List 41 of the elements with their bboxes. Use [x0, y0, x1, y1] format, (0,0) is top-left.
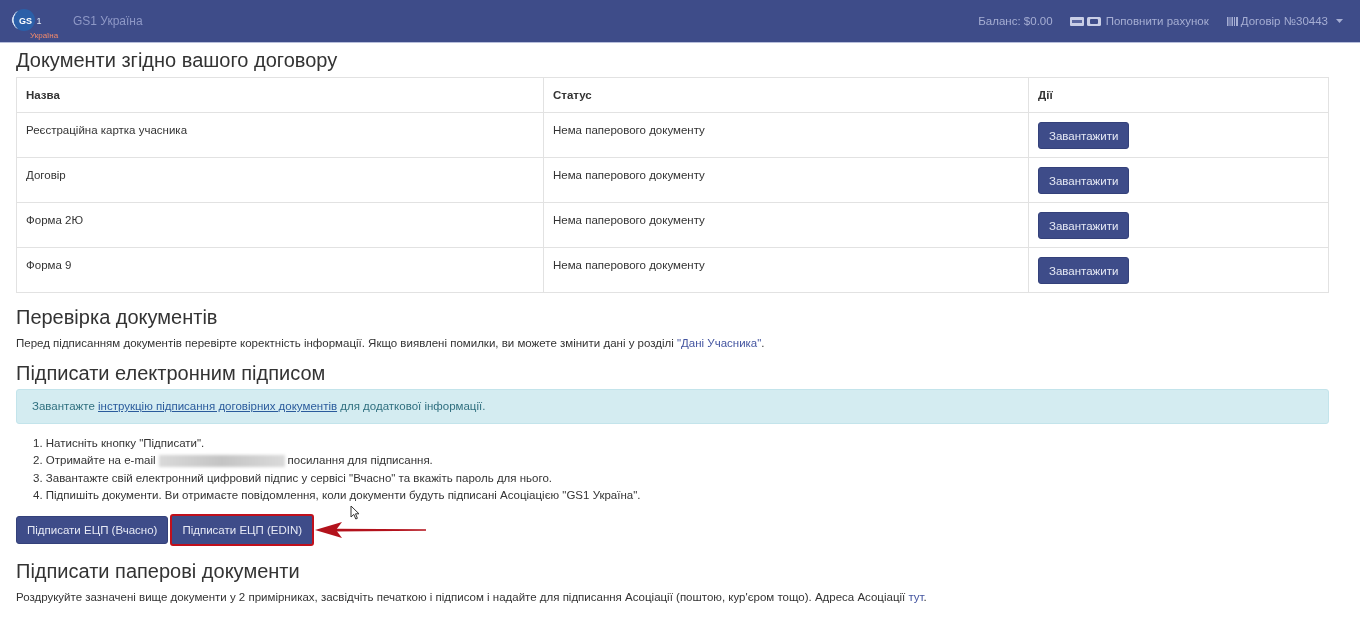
step-text: 2. Отримайте на e-mail: [33, 454, 156, 467]
table-cell: Нема паперового документу: [543, 157, 1029, 203]
table-cell: Реєстраційна картка учасника: [16, 112, 544, 158]
info-text: Завантажте інструкцію підписання договірних документів для додаткової інформації.: [32, 399, 487, 414]
sign-button[interactable]: Підписати ЕЦП (Вчасно): [16, 516, 169, 545]
top-up-link[interactable]: Поповнити рахунок: [1069, 15, 1209, 27]
participant-data-link[interactable]: "Дані Учасника": [677, 337, 762, 349]
column-header: Статус: [543, 77, 1029, 113]
download-button[interactable]: Завантажити: [1038, 257, 1130, 284]
logo[interactable]: GS 1 Україна: [4, 6, 64, 40]
download-button[interactable]: Завантажити: [1038, 167, 1130, 194]
cursor-icon: [350, 505, 360, 521]
column-header: Назва: [16, 77, 544, 113]
contract-dropdown[interactable]: Договір №30443: [1226, 15, 1343, 27]
caret-icon: [1336, 19, 1343, 23]
card-icon: [1069, 16, 1084, 26]
download-button[interactable]: Завантажити: [1038, 122, 1130, 149]
paragraph-text: Роздрукуйте зазначені вище документи у 2 примірниках, засвідчіть печаткою і підписом і надайте для підписання Асоціації (поштою, кур'єром тощо). Адреса Асоціації тут.: [16, 590, 928, 606]
section-title: Документи згідно вашого договору: [16, 48, 339, 72]
sign-button[interactable]: Підписати ЕЦП (EDIN): [170, 514, 315, 547]
step-text: 3. Завантажте свій електронний цифровий підпис у сервісі "Вчасно" та вкажіть пароль для нього.: [33, 470, 553, 486]
table-cell: Договір: [16, 157, 544, 203]
card-icon: [1086, 16, 1101, 26]
instruction-link[interactable]: інструкцію підписання договірних документів: [98, 400, 338, 412]
table-cell: Нема паперового документу: [543, 202, 1029, 248]
step-text: 1. Натисніть кнопку "Підписати".: [33, 436, 206, 451]
step-text: 4. Підпишіть документи. Ви отримаєте повідомлення, коли документи будуть підписані Асоціацією "GS1 Україна".: [33, 487, 642, 503]
table-cell: Форма 9: [16, 247, 544, 293]
balance-text: Баланс: $0.00: [978, 15, 1053, 27]
address-link[interactable]: тут: [908, 591, 924, 604]
table-cell: Форма 2Ю: [16, 202, 544, 248]
table-cell: Нема паперового документу: [543, 112, 1029, 158]
table-cell: Нема паперового документу: [543, 247, 1029, 293]
step-text: посилання для підписання.: [287, 454, 433, 467]
download-button[interactable]: Завантажити: [1038, 212, 1130, 239]
paragraph-text: Перед підписанням документів перевірте коректність інформації. Якщо виявлені помилки, ви можете змінити дані у розділі "Дані Учасника".: [16, 336, 766, 351]
bars-icon: [1226, 16, 1238, 26]
column-header: Дії: [1028, 77, 1329, 113]
section-title: Підписати паперові документи: [16, 559, 301, 584]
section-title: Підписати електронним підписом: [16, 361, 327, 385]
section-title: Перевірка документів: [16, 305, 219, 329]
